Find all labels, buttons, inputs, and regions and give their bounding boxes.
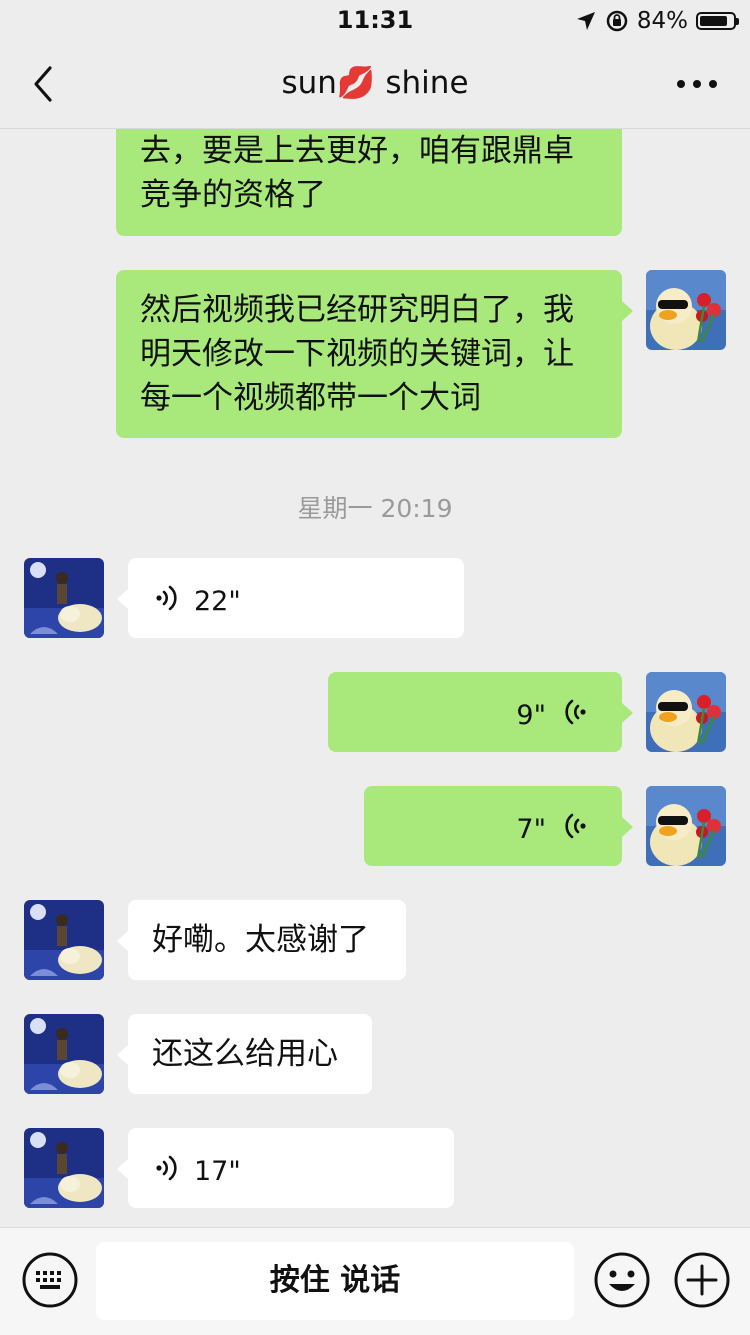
- girl-avatar-icon: [24, 1128, 104, 1208]
- plus-icon[interactable]: [672, 1250, 732, 1310]
- message-line: 然后视频我已经研究明白了，我: [140, 292, 574, 328]
- contact-avatar[interactable]: [24, 1014, 104, 1094]
- voice-bubble[interactable]: 7": [364, 786, 622, 866]
- voice-wave-icon: [156, 1155, 177, 1181]
- chat-title: sun💋 shine: [281, 65, 469, 101]
- input-bar: 按住 说话: [0, 1227, 750, 1335]
- more-dots-icon[interactable]: [674, 68, 720, 100]
- voice-wave-icon: [156, 585, 177, 611]
- message-bubble[interactable]: 去，要是上去更好，咱有跟鼎卓 竞争的资格了: [116, 129, 622, 236]
- message-bubble[interactable]: 好嘞。太感谢了: [128, 900, 406, 980]
- duck-avatar-icon: [646, 786, 726, 866]
- my-avatar[interactable]: [646, 786, 726, 866]
- voice-wave-icon: [565, 813, 586, 839]
- hold-to-talk-button[interactable]: 按住 说话: [96, 1242, 574, 1320]
- message-bubble[interactable]: 然后视频我已经研究明白了，我 明天修改一下视频的关键词，让 每一个视频都带一个大…: [116, 270, 622, 438]
- message-line: 竞争的资格了: [140, 177, 326, 213]
- message-line: 每一个视频都带一个大词: [140, 380, 481, 416]
- location-arrow-icon: [576, 12, 595, 30]
- voice-duration: 17": [194, 1156, 241, 1187]
- girl-avatar-icon: [24, 558, 104, 638]
- message-bubble[interactable]: 还这么给用心: [128, 1014, 372, 1094]
- emoji-icon[interactable]: [592, 1250, 652, 1310]
- battery-icon: [696, 12, 739, 30]
- voice-bubble[interactable]: 9": [328, 672, 622, 752]
- voice-wave-icon: [565, 699, 586, 725]
- rotation-lock-icon: [606, 10, 628, 32]
- status-bar: 11:31 84%: [0, 0, 750, 42]
- duck-avatar-icon: [646, 270, 726, 350]
- girl-avatar-icon: [24, 900, 104, 980]
- message-text: 好嘞。太感谢了: [152, 922, 369, 958]
- message-text: 还这么给用心: [152, 1036, 338, 1072]
- message-line: 明天修改一下视频的关键词，让: [140, 336, 574, 372]
- chat-header: sun💋 shine: [0, 42, 750, 129]
- voice-bubble[interactable]: 17": [128, 1128, 454, 1208]
- voice-duration: 22": [194, 586, 241, 617]
- my-avatar[interactable]: [646, 270, 726, 350]
- status-right: 84%: [575, 6, 739, 36]
- my-avatar[interactable]: [646, 672, 726, 752]
- battery-percent: 84%: [636, 8, 688, 34]
- contact-avatar[interactable]: [24, 900, 104, 980]
- timestamp: 星期一 20:19: [297, 494, 453, 523]
- chat-messages[interactable]: 去，要是上去更好，咱有跟鼎卓 竞争的资格了 然后视频我已经研究明白了，我 明天修…: [0, 129, 750, 1227]
- message-line: 去，要是上去更好，咱有跟鼎卓: [140, 133, 574, 169]
- voice-duration: 9": [516, 700, 546, 731]
- keyboard-icon[interactable]: [20, 1250, 80, 1310]
- voice-duration: 7": [516, 814, 546, 845]
- voice-bubble[interactable]: 22": [128, 558, 464, 638]
- girl-avatar-icon: [24, 1014, 104, 1094]
- contact-avatar[interactable]: [24, 1128, 104, 1208]
- duck-avatar-icon: [646, 672, 726, 752]
- contact-avatar[interactable]: [24, 558, 104, 638]
